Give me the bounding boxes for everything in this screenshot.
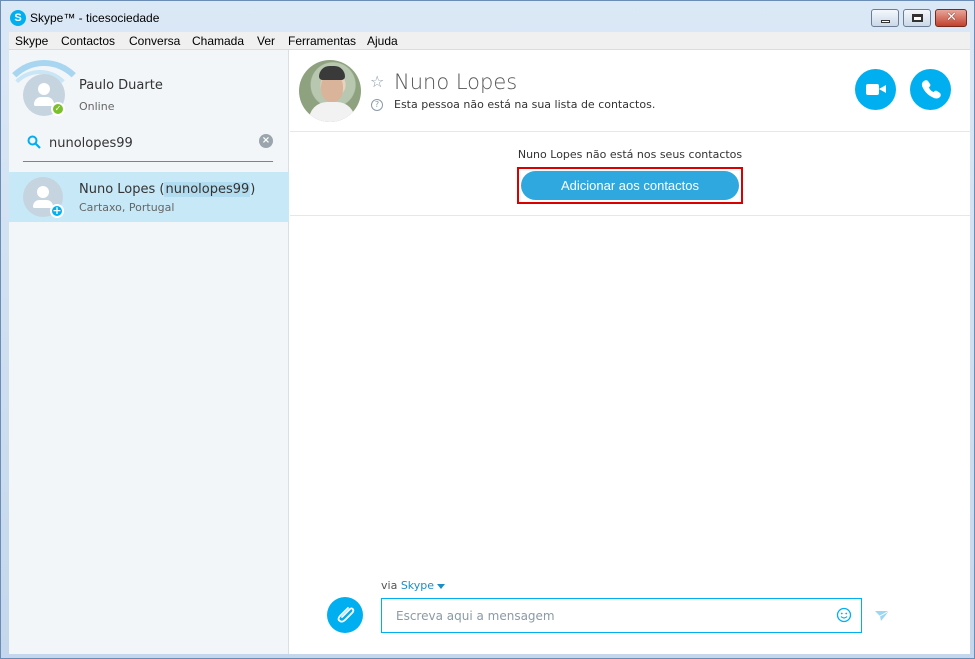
close-button[interactable]: ✕ (935, 9, 967, 27)
menu-skype[interactable]: Skype (15, 34, 48, 48)
menu-chamada[interactable]: Chamada (192, 34, 244, 48)
add-to-contacts-button[interactable]: Adicionar aos contactos (521, 171, 739, 200)
search-bar: × (23, 126, 273, 162)
message-input[interactable] (396, 607, 816, 625)
contact-request-area: Nuno Lopes não está nos seus contactos A… (290, 132, 970, 216)
skype-window: S Skype™ - ticesociedade ✕ Skype Contact… (0, 0, 975, 659)
my-status[interactable]: Online (79, 100, 114, 113)
message-box (381, 598, 862, 633)
conversation-header: ☆ Nuno Lopes ? Esta pessoa não está na s… (290, 50, 970, 132)
maximize-button[interactable] (903, 9, 931, 27)
conversation-pane: ☆ Nuno Lopes ? Esta pessoa não está na s… (290, 50, 970, 654)
help-icon[interactable]: ? (371, 99, 383, 111)
add-contact-icon: + (50, 204, 64, 218)
online-status-icon: ✓ (51, 102, 65, 116)
via-selector[interactable]: via Skype (381, 579, 446, 592)
my-name[interactable]: Paulo Duarte (79, 78, 163, 93)
menu-conversa[interactable]: Conversa (129, 34, 180, 48)
via-service[interactable]: Skype (401, 579, 434, 592)
sidebar: ✓ Paulo Duarte Online × + Nuno Lopes (nu… (9, 50, 289, 654)
paperclip-icon (337, 607, 355, 623)
highlight-frame: Adicionar aos contactos (517, 167, 743, 204)
attach-button[interactable] (327, 597, 363, 633)
menu-ver[interactable]: Ver (257, 34, 275, 48)
menu-ajuda[interactable]: Ajuda (367, 34, 398, 48)
emoji-icon[interactable] (836, 607, 852, 623)
search-result-item[interactable]: + Nuno Lopes (nunolopes99) Cartaxo, Port… (9, 172, 289, 222)
video-call-button[interactable] (855, 69, 896, 110)
contact-photo[interactable] (299, 60, 361, 122)
skype-logo-icon: S (10, 10, 26, 26)
send-icon[interactable] (874, 608, 890, 624)
chevron-down-icon (437, 583, 446, 589)
contact-name: Nuno Lopes (394, 70, 518, 94)
title-bar: S Skype™ - ticesociedade ✕ (1, 1, 974, 32)
minimize-button[interactable] (871, 9, 899, 27)
clear-icon[interactable]: × (259, 134, 273, 148)
audio-call-button[interactable] (910, 69, 951, 110)
minimize-icon (881, 20, 890, 23)
menu-contactos[interactable]: Contactos (61, 34, 115, 48)
search-input[interactable] (49, 134, 249, 152)
contact-subtitle: Esta pessoa não está na sua lista de con… (394, 98, 656, 111)
result-name: Nuno Lopes (nunolopes99) (79, 182, 256, 197)
search-icon (27, 135, 41, 149)
not-in-contacts-notice: Nuno Lopes não está nos seus contactos (517, 148, 743, 161)
audio-call-icon (921, 80, 941, 99)
result-location: Cartaxo, Portugal (79, 201, 175, 214)
via-label: via (381, 579, 398, 592)
result-handle: nunolopes99 (164, 182, 251, 197)
menu-ferramentas[interactable]: Ferramentas (288, 34, 356, 48)
maximize-icon (912, 14, 923, 22)
result-avatar: + (23, 177, 64, 218)
menu-bar: Skype Contactos Conversa Chamada Ver Fer… (9, 32, 970, 50)
window-title: Skype™ - ticesociedade (30, 11, 160, 25)
star-icon[interactable]: ☆ (370, 72, 384, 91)
my-avatar[interactable]: ✓ (23, 74, 65, 116)
close-icon: ✕ (946, 10, 957, 25)
client-area: ✓ Paulo Duarte Online × + Nuno Lopes (nu… (9, 50, 970, 654)
